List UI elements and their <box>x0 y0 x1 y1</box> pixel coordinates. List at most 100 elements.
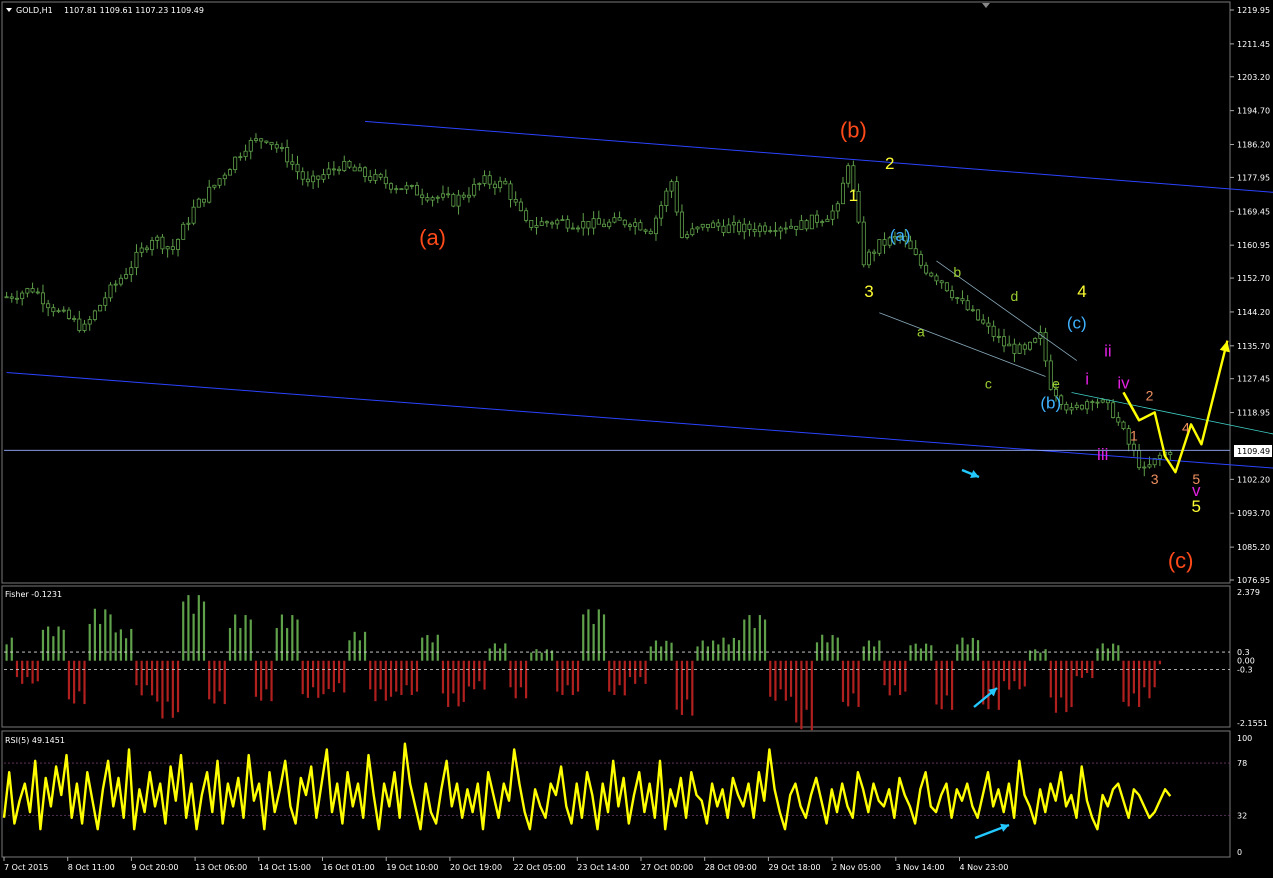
candle-body <box>617 217 622 221</box>
candle-body <box>9 296 14 299</box>
candle-body <box>591 218 596 229</box>
candle-body <box>103 297 108 306</box>
candle-body <box>799 220 804 230</box>
candle-body <box>337 168 342 172</box>
candle-body <box>950 290 955 299</box>
candle-body <box>1007 343 1012 347</box>
rsi-line <box>2 742 1172 831</box>
wave-label: 4 <box>1182 419 1190 435</box>
candle-body <box>690 228 695 236</box>
candle-body <box>529 220 534 228</box>
candle-body <box>170 246 175 250</box>
wave-label: (a) <box>890 226 911 245</box>
price-tick-label: 1127.45 <box>1237 375 1270 384</box>
time-axis: 7 Oct 2015 8 Oct 11:00 9 Oct 20:00 13 Oct 0… <box>3 857 1008 872</box>
wave-label: 2 <box>1146 387 1154 403</box>
candle-body <box>72 318 77 320</box>
candle-body <box>399 188 404 191</box>
rsi-label: RSI(5) 49.1451 <box>5 736 65 745</box>
candle-body <box>763 225 768 232</box>
candle-body <box>389 183 394 190</box>
candle-body <box>820 221 825 224</box>
candle-body <box>1137 450 1142 469</box>
ohlc-label: 1107.81 1109.61 1107.23 1109.49 <box>64 6 204 15</box>
candle-body <box>737 221 742 233</box>
candle-body <box>1022 344 1027 350</box>
candle-body <box>643 229 648 232</box>
candle-body <box>430 197 435 201</box>
candle-body <box>835 203 840 212</box>
candle-body <box>51 307 56 313</box>
candle-body <box>357 167 362 172</box>
candle-body <box>1147 464 1152 468</box>
candle-body <box>1100 399 1105 403</box>
candle-body <box>118 277 123 285</box>
candle-body <box>882 239 887 246</box>
rsi-tick-label: 78 <box>1237 759 1247 768</box>
time-tick-label: 27 Oct 00:00 <box>641 863 693 872</box>
price-tick-label: 1186.20 <box>1237 141 1270 150</box>
candle-body <box>1069 407 1074 411</box>
candle-body <box>539 221 544 226</box>
candle-body <box>25 288 30 294</box>
fisher-tick-label: 0.00 <box>1237 657 1255 666</box>
rsi-pane[interactable]: 100 78 32 0 <box>2 734 1252 857</box>
wave-label: iv <box>1117 373 1130 392</box>
time-tick-label: 19 Oct 10:00 <box>386 863 438 872</box>
gold-h1-chart[interactable]: 1219.95 1211.45 1203.20 1194.70 1186.20 1177.… <box>0 0 1273 878</box>
time-tick-label: 13 Oct 06:00 <box>195 863 247 872</box>
candle-body <box>913 248 918 255</box>
candle-body <box>113 283 118 286</box>
candle-body <box>544 221 549 224</box>
fisher-pane[interactable]: 2.379 0.30.00-0.3 -2.1551 <box>4 588 1268 731</box>
candle-body <box>482 175 487 184</box>
candle-body <box>830 210 835 220</box>
time-tick-label: 9 Oct 20:00 <box>131 863 178 872</box>
candle-body <box>285 147 290 163</box>
candle-body <box>648 230 653 235</box>
candle-body <box>98 304 103 312</box>
candle-body <box>279 147 284 149</box>
candle-body <box>196 198 201 208</box>
wave-label: d <box>1011 288 1019 304</box>
candle-body <box>700 223 705 228</box>
chart-shift-marker-icon[interactable] <box>982 3 990 8</box>
candle-body <box>1090 401 1095 404</box>
candle-body <box>716 222 721 227</box>
candle-body <box>373 173 378 181</box>
candle-body <box>924 264 929 274</box>
candle-body <box>586 221 591 229</box>
price-tick-label: 1177.95 <box>1237 173 1270 182</box>
candle-body <box>768 230 773 233</box>
candle-body <box>451 194 456 207</box>
wave-label: i <box>1085 369 1089 388</box>
window-menu-icon[interactable] <box>6 8 12 12</box>
price-tick-label: 1160.95 <box>1237 241 1270 250</box>
candle-body <box>321 174 326 180</box>
wave-labels: (a)(b)(c)213 45(a)(b)(c)abcde iiiiiiivv123… <box>419 117 1201 572</box>
candle-body <box>139 247 144 253</box>
candle-body <box>1074 404 1079 408</box>
candle-body <box>233 156 238 171</box>
candle-body <box>368 176 373 181</box>
candle-body <box>404 185 409 190</box>
price-pane[interactable] <box>4 133 1173 477</box>
candle-body <box>394 188 399 191</box>
candle-body <box>939 280 944 284</box>
candle-body <box>659 205 664 219</box>
candle-body <box>342 160 347 172</box>
candle-body <box>711 222 716 229</box>
candle-body <box>347 160 352 168</box>
candle-body <box>653 217 658 235</box>
candle-body <box>227 169 232 176</box>
candle-body <box>212 184 217 188</box>
candle-body <box>991 325 996 337</box>
wave-label: c <box>985 375 992 391</box>
price-tick-label: 1211.45 <box>1237 40 1270 49</box>
candle-body <box>773 230 778 233</box>
candle-body <box>726 224 731 233</box>
fisher-tick-label: 2.379 <box>1237 588 1260 597</box>
candle-body <box>804 220 809 230</box>
candle-body <box>300 171 305 180</box>
candle-body <box>61 309 66 312</box>
